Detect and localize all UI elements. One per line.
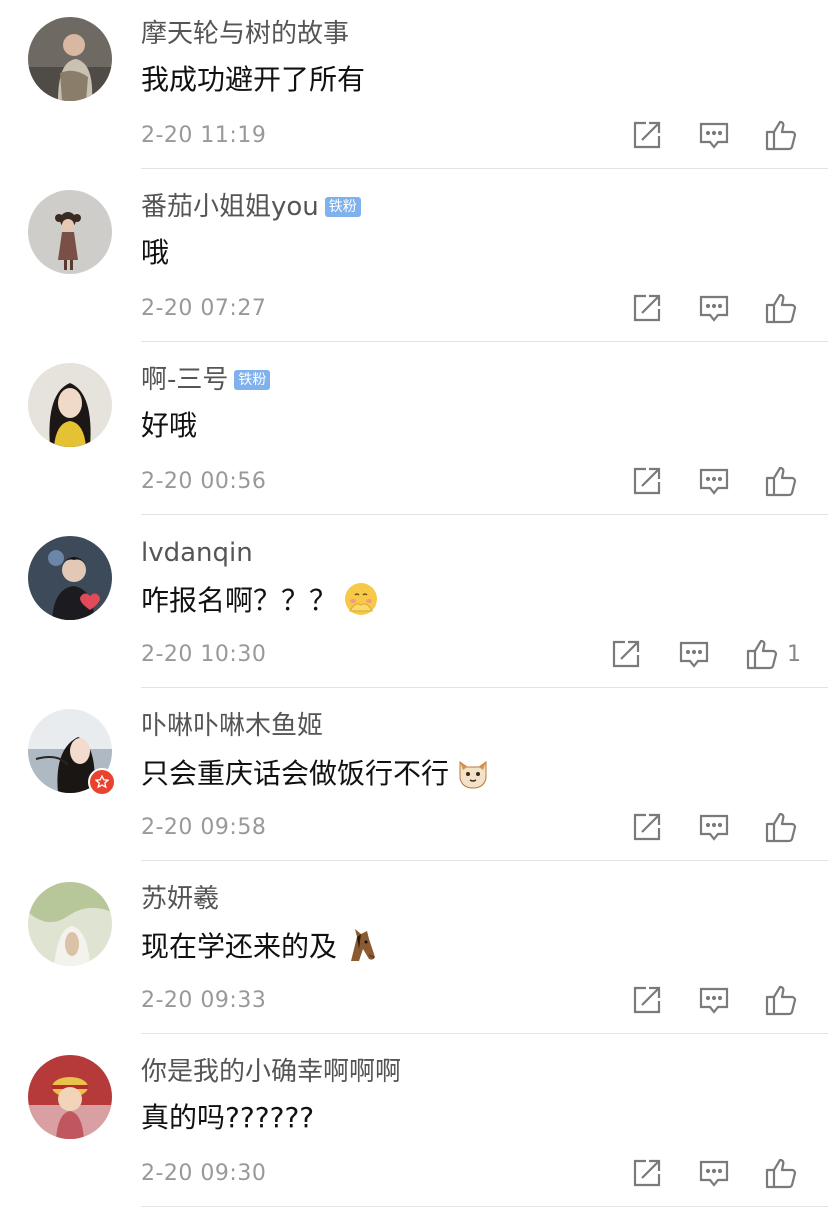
reply-icon[interactable] — [697, 810, 731, 844]
comment-item: 啊-三号 铁粉 好哦 2-20 00:56 — [0, 346, 828, 519]
comment-text-content: 我成功避开了所有 — [141, 63, 366, 96]
comment-text-content: 只会重庆话会做饭行不行 — [141, 757, 450, 790]
comment-text: 好哦 — [141, 408, 197, 444]
comment-text: 只会重庆话会做饭行不行 — [141, 754, 491, 799]
share-icon[interactable] — [630, 464, 664, 498]
reply-icon[interactable] — [697, 983, 731, 1017]
avatar[interactable] — [28, 190, 112, 274]
divider — [141, 514, 828, 515]
avatar[interactable] — [28, 882, 112, 966]
comment-time: 2-20 09:30 — [141, 1161, 267, 1186]
comment-time: 2-20 11:19 — [141, 123, 267, 148]
share-icon[interactable] — [630, 118, 664, 152]
reply-icon[interactable] — [697, 118, 731, 152]
username[interactable]: 卟啉卟啉木鱼姬 — [141, 710, 323, 742]
comment-item: 摩天轮与树的故事 我成功避开了所有 2-20 11:19 — [0, 0, 828, 173]
comment-text: 真的吗?????? — [141, 1100, 314, 1136]
username-text[interactable]: 你是我的小确幸啊啊啊 — [141, 1057, 401, 1087]
divider — [141, 1033, 828, 1034]
thumbs-up-icon[interactable] — [764, 118, 798, 152]
comment-text-content: 哦 — [141, 236, 170, 269]
comment-item: 你是我的小确幸啊啊啊 真的吗?????? 2-20 09:30 — [0, 1038, 828, 1211]
comment-text-content: 咋报名啊？？？ — [141, 584, 338, 617]
comment-list: 摩天轮与树的故事 我成功避开了所有 2-20 11:19 番茄小姐姐you 铁粉 … — [0, 0, 828, 1211]
reply-icon[interactable] — [677, 637, 711, 671]
comment-time: 2-20 07:27 — [141, 296, 267, 321]
avatar[interactable] — [28, 536, 112, 620]
cat-face-emoji — [455, 754, 491, 799]
username[interactable]: 番茄小姐姐you 铁粉 — [141, 191, 361, 223]
comment-time: 2-20 10:30 — [141, 642, 267, 667]
share-icon[interactable] — [630, 983, 664, 1017]
username[interactable]: 苏妍羲 — [141, 883, 219, 915]
comment-item: lvdanqin 咋报名啊？？？ 2-20 10:30 1 — [0, 519, 828, 692]
thumbs-up-icon[interactable] — [764, 1156, 798, 1190]
comment-text-content: 好哦 — [141, 409, 198, 442]
reply-icon[interactable] — [697, 291, 731, 325]
fan-badge[interactable]: 铁粉 — [234, 370, 271, 390]
comment-item: 苏妍羲 现在学还来的及 2-20 09:33 — [0, 865, 828, 1038]
username-text[interactable]: 啊-三号 — [141, 365, 228, 395]
comment-time: 2-20 09:58 — [141, 815, 267, 840]
username-text[interactable]: 卟啉卟啉木鱼姬 — [141, 711, 323, 741]
comment-time: 2-20 00:56 — [141, 469, 267, 494]
thumbs-up-icon[interactable] — [764, 810, 798, 844]
username-text[interactable]: 番茄小姐姐you — [141, 192, 319, 222]
reply-icon[interactable] — [697, 1156, 731, 1190]
comment-text-content: 现在学还来的及 — [141, 930, 338, 963]
share-icon[interactable] — [630, 810, 664, 844]
thumbs-up-icon[interactable] — [745, 637, 779, 671]
avatar[interactable] — [28, 363, 112, 447]
verified-badge-icon — [88, 768, 116, 796]
username[interactable]: 你是我的小确幸啊啊啊 — [141, 1056, 401, 1088]
comment-text: 我成功避开了所有 — [141, 62, 365, 98]
reply-icon[interactable] — [697, 464, 731, 498]
divider — [141, 1206, 828, 1207]
shy-hands-emoji — [343, 581, 379, 626]
comment-text-content: 真的吗?????? — [141, 1101, 315, 1134]
share-icon[interactable] — [609, 637, 643, 671]
like-count[interactable]: 1 — [787, 641, 801, 669]
thumbs-up-icon[interactable] — [764, 983, 798, 1017]
comment-text: 哦 — [141, 235, 169, 271]
share-icon[interactable] — [630, 291, 664, 325]
share-icon[interactable] — [630, 1156, 664, 1190]
comment-text: 咋报名啊？？？ — [141, 581, 379, 626]
username-text[interactable]: 摩天轮与树的故事 — [141, 19, 349, 49]
thumbs-up-icon[interactable] — [764, 291, 798, 325]
divider — [141, 168, 828, 169]
username-text[interactable]: lvdanqin — [141, 538, 253, 568]
comment-item: 卟啉卟啉木鱼姬 只会重庆话会做饭行不行 2-20 09:58 — [0, 692, 828, 865]
avatar[interactable] — [28, 17, 112, 101]
divider — [141, 341, 828, 342]
divider — [141, 687, 828, 688]
avatar[interactable] — [28, 1055, 112, 1139]
username[interactable]: 摩天轮与树的故事 — [141, 18, 349, 50]
username-text[interactable]: 苏妍羲 — [141, 884, 219, 914]
divider — [141, 860, 828, 861]
fan-badge[interactable]: 铁粉 — [324, 197, 361, 217]
thumbs-up-icon[interactable] — [764, 464, 798, 498]
username[interactable]: 啊-三号 铁粉 — [141, 364, 271, 396]
horse-face-emoji — [343, 927, 379, 972]
comment-item: 番茄小姐姐you 铁粉 哦 2-20 07:27 — [0, 173, 828, 346]
comment-time: 2-20 09:33 — [141, 988, 267, 1013]
comment-text: 现在学还来的及 — [141, 927, 379, 972]
username[interactable]: lvdanqin — [141, 537, 253, 569]
